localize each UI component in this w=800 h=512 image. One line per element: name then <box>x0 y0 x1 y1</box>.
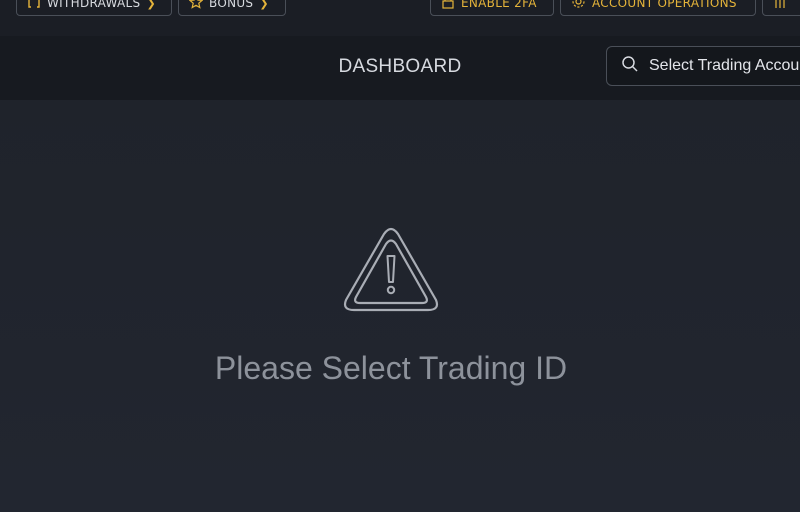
withdrawals-label: WITHDRAWALS <box>47 0 141 10</box>
search-icon <box>621 55 639 77</box>
warning-icon <box>342 226 440 318</box>
withdrawals-icon <box>27 0 41 12</box>
empty-state: Please Select Trading ID <box>0 100 800 512</box>
chevron-right-icon: ❯ <box>146 0 156 10</box>
lock-icon <box>441 0 455 12</box>
enable-2fa-button[interactable]: ENABLE 2FA <box>430 0 554 16</box>
empty-state-message: Please Select Trading ID <box>214 350 568 386</box>
enable-2fa-label: ENABLE 2FA <box>461 0 537 10</box>
bonus-label: BONUS <box>209 0 254 10</box>
more-button[interactable] <box>762 0 800 16</box>
top-nav-bar: WITHDRAWALS ❯ BONUS ❯ ENABLE 2FA ACCOUNT… <box>0 0 800 36</box>
trading-account-search-input[interactable] <box>649 57 800 75</box>
gear-icon <box>571 0 586 12</box>
chevron-right-icon: ❯ <box>259 0 269 10</box>
page-header: DASHBOARD <box>0 36 800 100</box>
account-operations-label: ACCOUNT OPERATIONS <box>592 0 737 10</box>
settings-sliders-icon <box>773 0 787 12</box>
star-icon <box>189 0 203 12</box>
bonus-button[interactable]: BONUS ❯ <box>178 0 286 16</box>
withdrawals-button[interactable]: WITHDRAWALS ❯ <box>16 0 172 16</box>
account-operations-button[interactable]: ACCOUNT OPERATIONS <box>560 0 756 16</box>
trading-account-select[interactable] <box>606 46 800 86</box>
